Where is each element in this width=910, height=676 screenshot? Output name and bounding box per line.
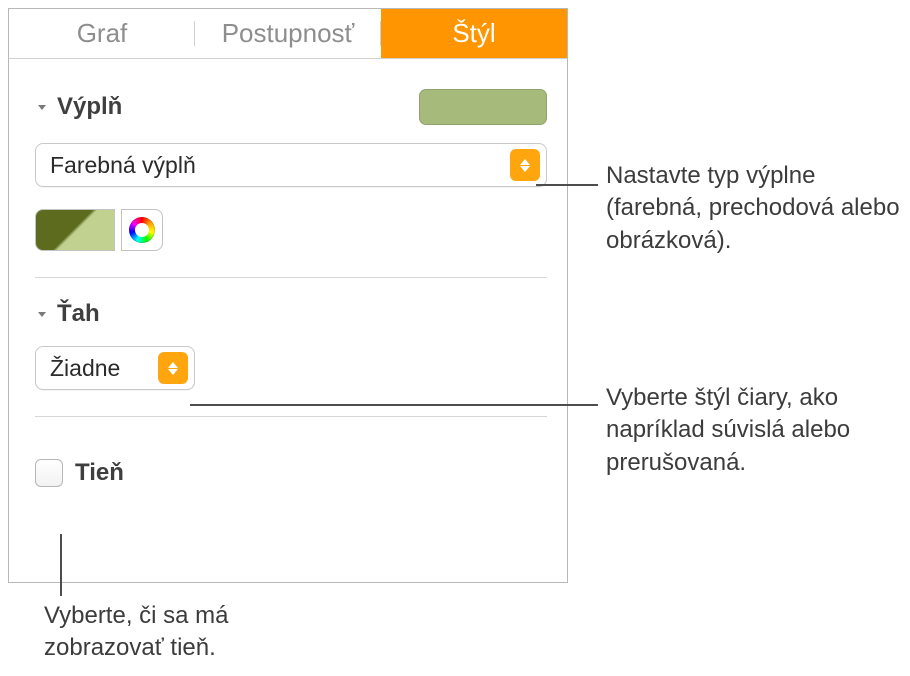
callout-stroke-style: Vyberte štýl čiary, ako napríklad súvisl…	[606, 382, 910, 479]
fill-title: Výplň	[57, 93, 122, 121]
stroke-style-value: Žiadne	[50, 355, 158, 382]
popup-stepper-icon[interactable]	[510, 149, 540, 181]
tab-label: Graf	[77, 18, 128, 49]
fill-color-row	[35, 209, 547, 251]
fill-color-swatch[interactable]	[419, 89, 547, 125]
stroke-style-select[interactable]: Žiadne	[35, 346, 195, 390]
tab-series[interactable]: Postupnosť	[195, 9, 381, 58]
shadow-row: Tieň	[35, 459, 547, 487]
fill-gradient-swatch[interactable]	[35, 209, 115, 251]
tab-label: Postupnosť	[222, 18, 355, 49]
shadow-checkbox[interactable]	[35, 459, 63, 487]
callout-fill-type: Nastavte typ výplne (farebná, prechodová…	[606, 160, 906, 257]
popup-stepper-icon[interactable]	[158, 352, 188, 384]
disclosure-triangle-icon[interactable]	[35, 100, 49, 114]
fill-section-header: Výplň	[35, 59, 547, 129]
stroke-section-header: Ťah	[35, 278, 547, 332]
fill-type-value: Farebná výplň	[50, 152, 510, 179]
tab-style[interactable]: Štýl	[381, 9, 567, 58]
fill-type-select[interactable]: Farebná výplň	[35, 143, 547, 187]
color-picker-button[interactable]	[121, 209, 163, 251]
stroke-title: Ťah	[57, 300, 100, 328]
style-inspector-panel: Graf Postupnosť Štýl Výplň Farebná výplň	[8, 8, 568, 583]
tab-graph[interactable]: Graf	[9, 9, 195, 58]
leader-line	[536, 184, 598, 186]
color-wheel-icon	[129, 217, 155, 243]
leader-line	[190, 404, 598, 406]
inspector-body: Výplň Farebná výplň Ťah Žiadne	[9, 59, 567, 487]
disclosure-triangle-icon[interactable]	[35, 307, 49, 321]
section-divider	[35, 416, 547, 417]
leader-line-vertical	[60, 534, 62, 596]
shadow-label: Tieň	[75, 459, 124, 487]
callout-shadow-checkbox: Vyberte, či sa má zobrazovať tieň.	[44, 600, 324, 665]
tab-label: Štýl	[452, 18, 495, 49]
inspector-tabs: Graf Postupnosť Štýl	[9, 9, 567, 59]
